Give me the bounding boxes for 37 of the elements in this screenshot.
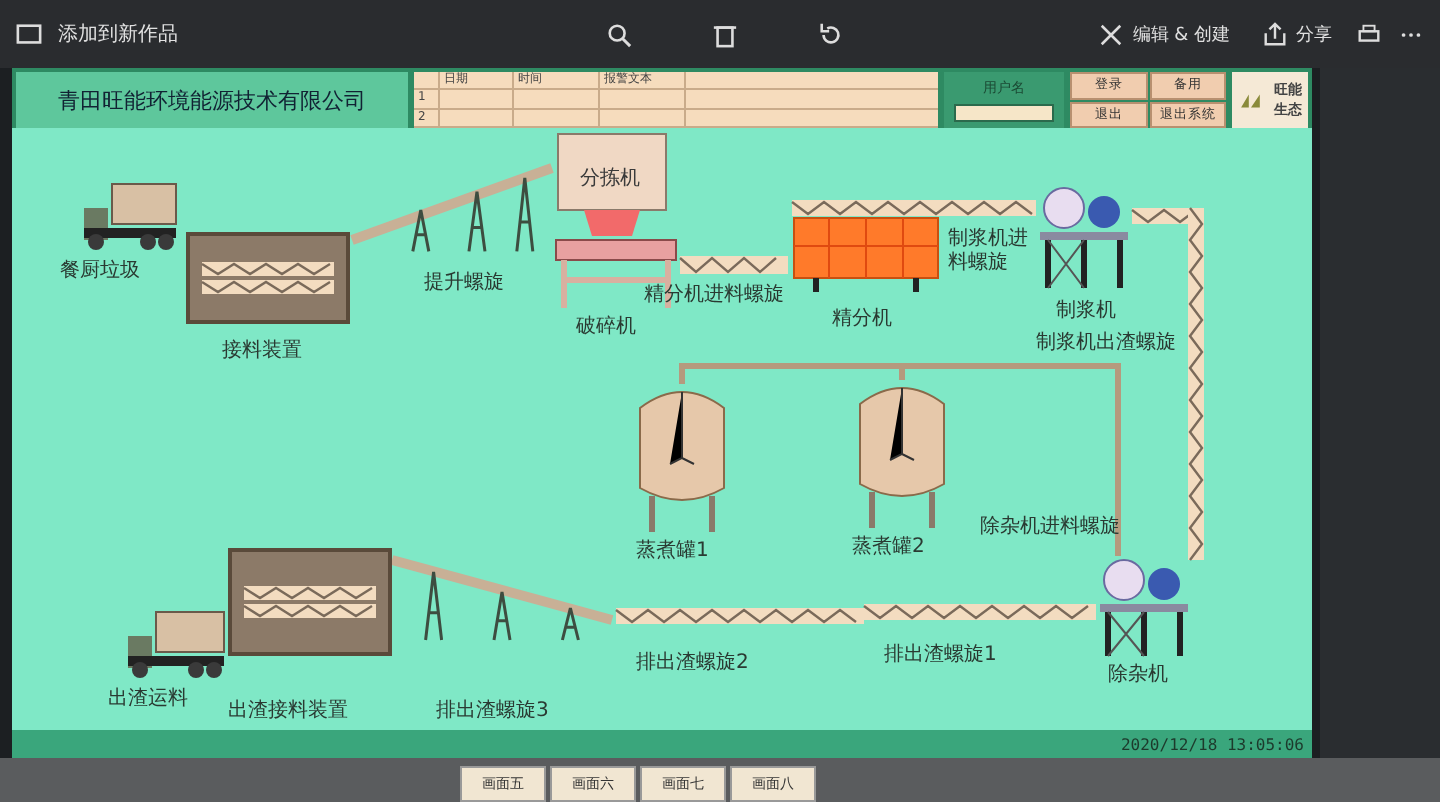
equipment-label: 出渣接料装置 (228, 700, 348, 724)
equipment-label: 精分机 (832, 308, 892, 332)
equipment-label: 除杂机进料螺旋 (980, 516, 1120, 540)
cabinet-drawing (556, 132, 668, 236)
delete-icon[interactable] (711, 21, 738, 47)
equipment-label: 制浆机 (1056, 300, 1116, 324)
zoom-icon[interactable] (605, 21, 632, 47)
app-title: 添加到新作品 (58, 21, 178, 48)
equipment-label: 分拣机 (580, 168, 640, 192)
share-icon (1262, 21, 1288, 47)
equipment-label: 破碎机 (576, 316, 636, 340)
equipment-label: 排出渣螺旋2 (636, 652, 749, 676)
equipment-label: 除杂机 (1108, 664, 1168, 688)
equipment-label: 出渣运料 (108, 688, 188, 712)
truck-drawing (80, 180, 176, 252)
share-button[interactable]: 分享 (1254, 17, 1340, 51)
equipment-label: 排出渣螺旋3 (436, 700, 549, 724)
equipment-label: 排出渣螺旋1 (884, 644, 997, 668)
equipment-label: 蒸煮罐2 (852, 536, 925, 560)
screw-drawing (680, 256, 788, 274)
user-field[interactable] (954, 104, 1054, 123)
equipment-label: 餐厨垃圾 (60, 260, 140, 284)
print-icon[interactable] (1356, 21, 1382, 47)
equipment-label: 接料装置 (222, 340, 302, 364)
pulper-drawing (1096, 556, 1192, 656)
edit-create-button[interactable]: 编辑 & 创建 (1090, 17, 1238, 51)
image-icon (16, 21, 42, 47)
date-time: 2020/12/18 13:05:06 (1120, 735, 1304, 753)
equipment-label: 精分机进料螺旋 (644, 284, 784, 308)
equipment-label: 制浆机出渣螺旋 (1036, 332, 1176, 356)
rotate-icon[interactable] (817, 21, 844, 47)
company-name: 青田旺能环境能源技术有限公司 (16, 72, 408, 128)
truck-drawing (124, 608, 224, 680)
equipment-label: 蒸煮罐1 (636, 540, 709, 564)
equipment-label: 提升螺旋 (424, 272, 504, 296)
equipment-label: 制浆机进料螺旋 (948, 228, 1030, 276)
pulper-drawing (1036, 184, 1132, 288)
